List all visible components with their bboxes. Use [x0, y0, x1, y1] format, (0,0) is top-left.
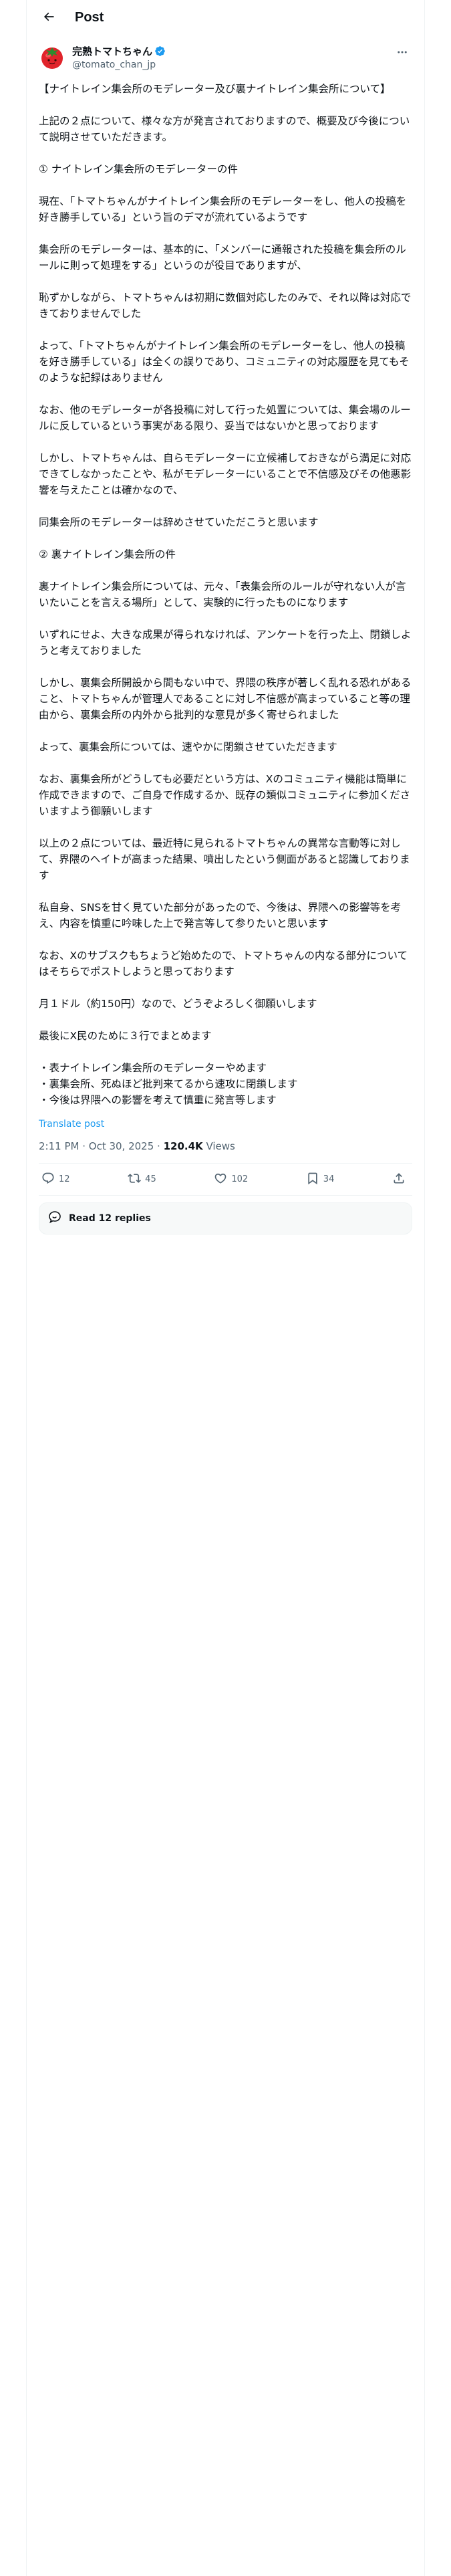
bookmark-button[interactable]: 34 [306, 1172, 335, 1188]
post-paragraph: ① ナイトレイン集会所のモデレーターの件 [39, 163, 238, 175]
arrow-left-icon [42, 10, 55, 26]
author-names: 完熟トマトちゃん @tomato_chan_jp [72, 43, 166, 70]
like-count: 102 [231, 1174, 249, 1184]
post-date[interactable]: Oct 30, 2025 [89, 1140, 154, 1152]
post-paragraph: 恥ずかしながら、トマトちゃんは初期に数個対応したのみで、それ以降は対応できており… [39, 292, 412, 320]
post-paragraph: 上記の２点について、様々な方が発言されておりますので、概要及び今後について説明さ… [39, 115, 410, 143]
verified-badge-icon [154, 45, 166, 57]
post-meta: 2:11 PM · Oct 30, 2025 · 120.4K Views [39, 1140, 412, 1164]
post-paragraph: しかし、トマトちゃんは、自らモデレーターに立候補しておきながら満足に対応できてし… [39, 452, 412, 496]
speech-bubble-icon [47, 1209, 63, 1228]
more-button[interactable] [392, 43, 412, 64]
share-button[interactable] [392, 1172, 410, 1188]
post-paragraph: 現在、「トマトちゃんがナイトレイン集会所のモデレーターをし、他人の投稿を好き勝手… [39, 195, 407, 223]
like-button[interactable]: 102 [214, 1172, 248, 1188]
post: 完熟トマトちゃん @tomato_chan_jp 【ナイトレイン集会所のモデレー… [27, 35, 424, 1235]
display-name[interactable]: 完熟トマトちゃん [72, 44, 152, 58]
reply-button[interactable]: 12 [41, 1172, 70, 1188]
repost-button[interactable]: 45 [128, 1172, 156, 1188]
action-bar: 12 45 102 34 [39, 1164, 412, 1196]
read-replies-button[interactable]: Read 12 replies [39, 1202, 412, 1235]
post-paragraph: 最後にX民のために３行でまとめます [39, 1030, 212, 1042]
post-paragraph: ・表ナイトレイン集会所のモデレーターやめます ・裏集会所、死ぬほど批判来てるから… [39, 1062, 298, 1106]
more-horizontal-icon [396, 46, 408, 61]
post-time[interactable]: 2:11 PM [39, 1140, 79, 1152]
meta-separator: · [79, 1140, 89, 1152]
post-paragraph: なお、他のモデレーターが各投稿に対して行った処置については、集会場のルールに反し… [39, 404, 411, 432]
top-bar: Post [27, 0, 424, 35]
post-paragraph: 月１ドル（約150円）なので、どうぞよろしく御願いします [39, 998, 317, 1010]
bookmark-icon [306, 1172, 323, 1188]
post-paragraph: なお、裏集会所がどうしても必要だという方は、Xのコミュニティ機能は簡単に作成でき… [39, 773, 411, 817]
post-paragraph: 同集会所のモデレーターは辞めさせていただこうと思います [39, 516, 319, 528]
bookmark-count: 34 [323, 1174, 335, 1184]
views-label: Views [206, 1140, 235, 1152]
avatar[interactable] [39, 43, 65, 70]
post-paragraph: よって、「トマトちゃんがナイトレイン集会所のモデレーターをし、他人の投稿を好き勝… [39, 340, 410, 384]
main-column: Post 完熟トマトちゃん @tomato_chan_jp 【ナイトレイン集会所… [26, 0, 425, 2576]
post-paragraph: 私自身、SNSを甘く見ていた部分があったので、今後は、界隈への影響等を考え、内容… [39, 901, 402, 930]
views-count: 120.4K [163, 1140, 203, 1152]
post-paragraph: しかし、裏集会所開設から間もない中で、界隈の秩序が著しく乱れる恐れがあること、ト… [39, 677, 412, 721]
translate-post-link[interactable]: Translate post [39, 1119, 104, 1130]
post-paragraph: 以上の２点については、最近特に見られるトマトちゃんの異常な言動等に対して、界隈の… [39, 837, 410, 881]
repost-icon [128, 1172, 145, 1188]
post-paragraph: よって、裏集会所については、速やかに閉鎖させていただきます [39, 741, 337, 753]
tomato-avatar-icon [41, 47, 63, 69]
page-title: Post [75, 10, 104, 25]
meta-separator: · [154, 1140, 164, 1152]
post-paragraph: 裏ナイトレイン集会所については、元々、「表集会所のルールが守れない人が言いたいこ… [39, 580, 406, 609]
share-icon [392, 1172, 410, 1188]
read-replies-label: Read 12 replies [69, 1213, 151, 1224]
reply-icon [41, 1172, 59, 1188]
reply-count: 12 [59, 1174, 70, 1184]
post-paragraph: 【ナイトレイン集会所のモデレーター及び裏ナイトレイン集会所について】 [39, 83, 391, 95]
post-paragraph: なお、Xのサブスクもちょうど始めたので、トマトちゃんの内なる部分についてはそちら… [39, 950, 408, 978]
repost-count: 45 [145, 1174, 156, 1184]
handle[interactable]: @tomato_chan_jp [72, 60, 166, 70]
post-paragraph: ② 裏ナイトレイン集会所の件 [39, 548, 176, 560]
author-row: 完熟トマトちゃん @tomato_chan_jp [39, 43, 412, 73]
post-body: 【ナイトレイン集会所のモデレーター及び裏ナイトレイン集会所について】 上記の２点… [39, 81, 412, 1108]
back-button[interactable] [37, 7, 60, 29]
post-paragraph: 集会所のモデレーターは、基本的に、「メンバーに通報された投稿を集会所のルールに則… [39, 243, 406, 272]
post-paragraph: いずれにせよ、大きな成果が得られなければ、アンケートを行った上、閉鎖しようと考え… [39, 629, 412, 657]
heart-icon [214, 1172, 231, 1188]
display-name-row: 完熟トマトちゃん [72, 44, 166, 58]
